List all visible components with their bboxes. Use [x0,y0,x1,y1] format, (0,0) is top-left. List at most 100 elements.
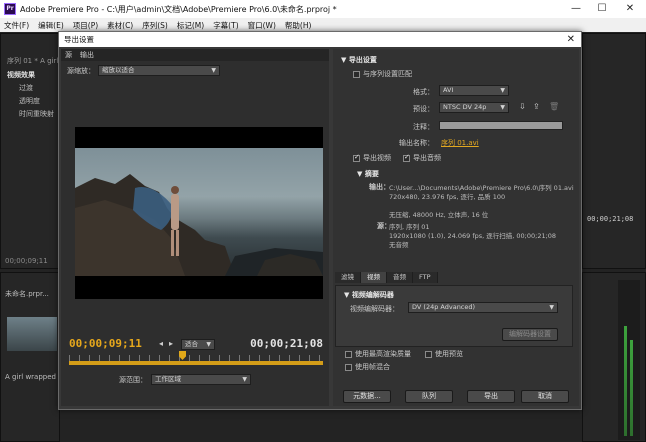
menu-file[interactable]: 文件(F) [4,20,29,31]
fit-zoom-value: 适合 [185,340,198,348]
checkbox-checked-icon [353,153,360,162]
frame-blend-checkbox[interactable]: 使用帧混合 [345,362,390,372]
export-settings-dialog: 导出设置 ✕ 源 输出 源缩放： 缩放以适合 ▼ 00;00;09;11 ◂ ▸… [58,31,582,410]
checkbox-icon [425,350,432,358]
codec-header[interactable]: ▼ 视频编解码器 [344,290,394,300]
duration-timecode: 00;00;21;08 [250,337,323,350]
menu-marker[interactable]: 标记(M) [177,20,204,31]
minimize-button[interactable]: — [562,0,590,18]
menu-help[interactable]: 帮助(H) [285,20,312,31]
premiere-app-icon: Pr [4,3,16,15]
settings-tabs: 滤镜 视频 音频 FTP [335,272,438,283]
menubar: 文件(F) 编辑(E) 项目(P) 素材(C) 序列(S) 标记(M) 字幕(T… [0,18,646,32]
codec-select[interactable]: DV (24p Advanced) ▼ [408,302,558,313]
format-select[interactable]: AVI ▼ [439,85,509,96]
format-label: 格式： [413,88,434,96]
timeline-controls: 00;00;09;11 ◂ ▸ 适合 ▼ 00;00;21;08 源范围： 工作… [61,331,329,406]
codec-label: 视频编解码器： [350,305,399,313]
tab-ftp[interactable]: FTP [413,272,438,283]
tab-video[interactable]: 视频 [361,272,387,283]
collapse-triangle-icon: ▼ [344,291,352,299]
summary-source-audio: 无音频 [389,241,409,249]
queue-button[interactable]: 队列 [405,390,453,403]
menu-edit[interactable]: 编辑(E) [38,20,64,31]
effect-motion[interactable]: 过渡 [19,83,33,93]
max-render-checkbox[interactable]: 使用最高渲染质量 [345,349,411,359]
use-preview-checkbox[interactable]: 使用预览 [425,349,463,359]
tab-filters[interactable]: 滤镜 [335,272,361,283]
summary-output-audio: 无压缩, 48000 Hz, 立体声, 16 位 [389,211,489,219]
metadata-button[interactable]: 元数据... [343,390,391,403]
tab-output[interactable]: 输出 [80,50,94,60]
checkbox-icon [353,70,360,78]
cancel-button[interactable]: 取消 [521,390,569,403]
summary-header[interactable]: ▼ 摘要 [357,169,379,179]
summary-header-text: 摘要 [364,170,379,178]
set-out-point-icon[interactable]: ▸ [169,339,173,348]
bg-timecode-right: 00;00;21;08 [587,215,634,223]
chevron-down-icon: ▼ [549,304,554,311]
source-range-row: 源范围： 工作区域 ▼ [119,374,251,385]
window-titlebar: Pr Adobe Premiere Pro - C:\用户\admin\文档\A… [0,0,646,18]
menu-clip[interactable]: 素材(C) [107,20,133,31]
preset-select[interactable]: NTSC DV 24p ▼ [439,102,509,113]
current-timecode[interactable]: 00;00;09;11 [69,337,142,350]
output-name-label: 输出名称： [399,139,434,147]
use-preview-label: 使用预览 [435,350,463,358]
export-video-checkbox[interactable]: 导出视频 [353,153,391,163]
comments-label: 注释： [413,123,434,131]
work-area-bar[interactable] [69,361,323,365]
window-close-button[interactable]: ✕ [616,0,644,18]
codec-value: DV (24p Advanced) [412,303,476,311]
maximize-button[interactable]: ☐ [588,0,616,18]
comments-input[interactable] [439,121,563,130]
summary-source-video: 1920x1080 (1.0), 24.069 fps, 逐行扫描, 00;00… [389,232,557,240]
export-audio-checkbox[interactable]: 导出音频 [403,153,441,163]
tab-audio[interactable]: 音频 [387,272,413,283]
output-name-link[interactable]: 序列 01.avi [441,138,479,148]
frame-blend-label: 使用帧混合 [355,363,390,371]
effect-time-remap[interactable]: 时间重映射 [19,109,54,119]
menu-sequence[interactable]: 序列(S) [142,20,168,31]
export-settings-header[interactable]: ▼ 导出设置 [341,55,377,65]
clip-thumbnail[interactable] [7,317,57,351]
source-range-value: 工作区域 [155,375,181,383]
codec-header-text: 视频编解码器 [351,291,394,299]
menu-title[interactable]: 字幕(T) [213,20,238,31]
source-range-select[interactable]: 工作区域 ▼ [151,374,251,385]
tab-source[interactable]: 源 [65,50,72,60]
codec-settings-button[interactable]: 编解码器设置 [502,328,558,341]
summary-output-video: 720x480, 23.976 fps, 逐行, 品质 100 [389,193,506,201]
project-tab[interactable]: 未命名.prpr... [5,289,49,299]
meter-right [630,340,633,436]
program-monitor-panel: 00;00;21;08 [582,33,646,269]
chevron-down-icon: ▼ [211,67,216,74]
audio-meters [618,280,640,440]
source-scaling-select[interactable]: 缩放以适合 ▼ [98,65,220,76]
video-preview [75,127,323,299]
collapse-triangle-icon: ▼ [357,170,365,178]
dialog-title: 导出设置 [64,35,94,44]
menu-window[interactable]: 窗口(W) [248,20,276,31]
preview-frame-image [75,148,323,276]
effect-controls-panel: 序列 01 * A girl ... 视频效果 过渡 透明度 时间重映射 00;… [0,33,67,269]
save-preset-icon[interactable]: ⇩ [519,102,526,111]
export-button[interactable]: 导出 [467,390,515,403]
export-settings-pane: ▼ 导出设置 与序列设置匹配 格式： AVI ▼ 预设： NTSC DV 24p… [333,49,579,406]
preset-value: NTSC DV 24p [443,103,487,111]
set-in-point-icon[interactable]: ◂ [159,339,163,348]
import-preset-icon[interactable]: ⇪ [533,102,540,111]
bg-timecode-left: 00;00;09;11 [5,257,48,265]
match-sequence-checkbox[interactable]: 与序列设置匹配 [353,69,412,79]
fit-zoom-select[interactable]: 适合 ▼ [181,339,215,350]
source-scaling-row: 源缩放： 缩放以适合 ▼ [67,65,220,76]
window-title: Adobe Premiere Pro - C:\用户\admin\文档\Adob… [20,4,337,14]
video-effects-title: 视频效果 [7,71,35,79]
match-sequence-label: 与序列设置匹配 [363,70,412,78]
checkbox-icon [345,350,352,358]
export-settings-header-text: 导出设置 [348,56,377,64]
effect-opacity[interactable]: 透明度 [19,96,40,106]
delete-preset-icon[interactable]: 🗑 [549,102,559,111]
dialog-close-button[interactable]: ✕ [567,32,575,47]
menu-project[interactable]: 项目(P) [73,20,98,31]
